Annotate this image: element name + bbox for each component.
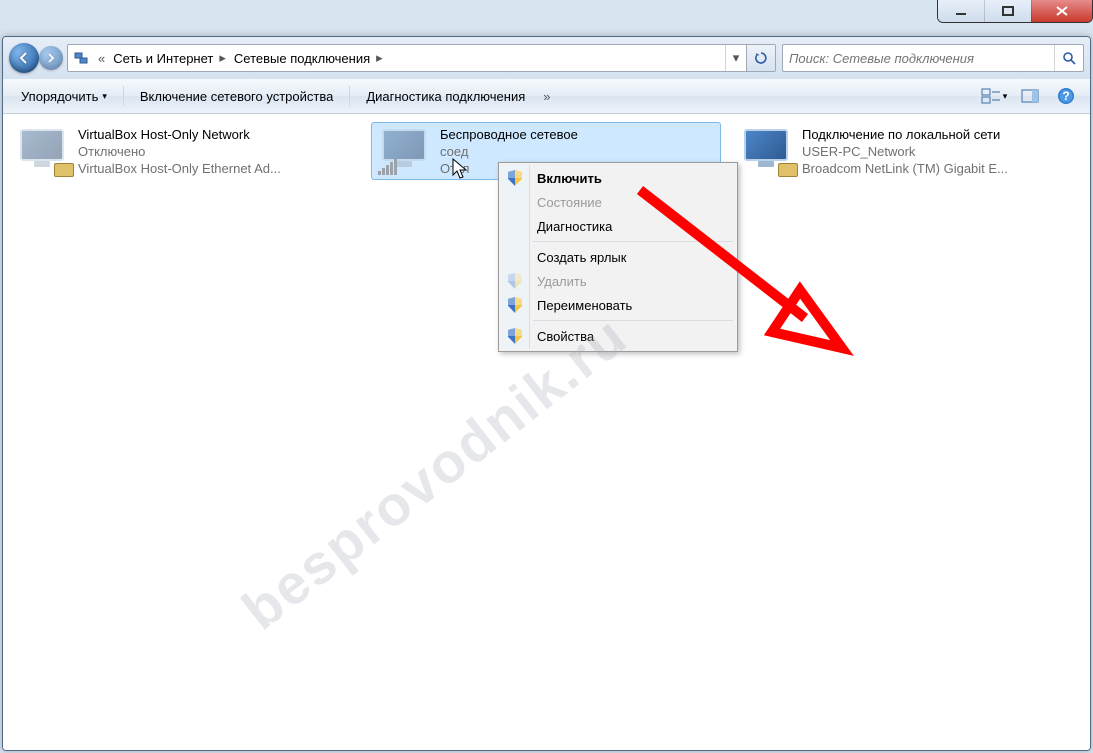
shield-icon — [507, 297, 523, 313]
svg-text:?: ? — [1062, 89, 1069, 103]
shield-icon — [507, 170, 523, 186]
diagnose-button[interactable]: Диагностика подключения — [356, 85, 535, 108]
explorer-window: « Сеть и Интернет ▸ Сетевые подключения … — [2, 36, 1091, 751]
shield-icon — [507, 328, 523, 344]
breadcrumb[interactable]: « Сеть и Интернет ▸ Сетевые подключения … — [67, 44, 776, 72]
breadcrumb-dropdown[interactable]: ▾ — [725, 45, 746, 71]
view-button[interactable]: ▾ — [978, 84, 1010, 108]
search-icon[interactable] — [1054, 45, 1083, 71]
toolbar: Упорядочить▾ Включение сетевого устройст… — [3, 79, 1090, 114]
search-box[interactable] — [782, 44, 1084, 72]
minimize-button[interactable] — [938, 0, 984, 22]
window-controls — [937, 0, 1093, 23]
nav-buttons — [9, 42, 61, 74]
wireless-adapter-icon — [376, 127, 434, 175]
address-bar: « Сеть и Интернет ▸ Сетевые подключения … — [3, 37, 1090, 79]
chevron-down-icon: ▾ — [102, 91, 107, 102]
breadcrumb-seg1[interactable]: Сеть и Интернет — [109, 51, 217, 66]
connection-item-vbox[interactable]: VirtualBox Host-Only Network Отключено V… — [9, 122, 359, 180]
maximize-button[interactable] — [984, 0, 1031, 22]
forward-button[interactable] — [39, 46, 63, 70]
chevron-right-icon[interactable]: ▸ — [217, 50, 230, 66]
enable-device-button[interactable]: Включение сетевого устройства — [130, 85, 343, 108]
organize-button[interactable]: Упорядочить▾ — [11, 85, 117, 108]
network-icon — [68, 50, 94, 66]
toolbar-overflow[interactable]: » — [535, 89, 558, 104]
cursor-icon — [452, 158, 470, 182]
back-button[interactable] — [9, 43, 39, 73]
preview-pane-button[interactable] — [1014, 84, 1046, 108]
refresh-button[interactable] — [746, 45, 775, 71]
lan-adapter-icon — [738, 127, 796, 175]
adapter-icon — [14, 127, 72, 175]
help-button[interactable]: ? — [1050, 84, 1082, 108]
close-button[interactable] — [1031, 0, 1092, 22]
shield-icon — [507, 273, 523, 289]
breadcrumb-prefix: « — [94, 51, 109, 66]
search-input[interactable] — [783, 51, 1054, 66]
annotation-arrow — [610, 170, 870, 370]
breadcrumb-seg2[interactable]: Сетевые подключения — [230, 51, 374, 66]
chevron-right-icon[interactable]: ▸ — [374, 50, 387, 66]
